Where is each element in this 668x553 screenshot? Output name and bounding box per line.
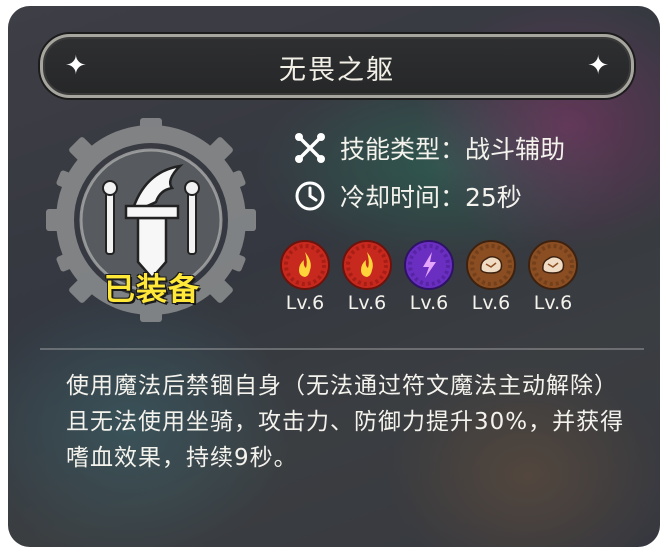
cooldown-text: 冷却时间：25秒 xyxy=(340,183,522,212)
skill-type-text: 技能类型：战斗辅助 xyxy=(340,135,566,164)
rune-slot[interactable]: Lv.6 xyxy=(522,240,584,314)
crossed-arrows-icon xyxy=(295,133,325,163)
sparkle-icon: ✦ xyxy=(587,51,609,81)
skill-description: 使用魔法后禁锢自身（无法通过符文魔法主动解除）且无法使用坐骑，攻击力、防御力提升… xyxy=(66,373,625,471)
cooldown-row: 冷却时间：25秒 xyxy=(294,178,522,214)
rune-list: Lv.6 Lv.6 Lv.6 Lv.6 Lv.6 xyxy=(274,240,584,314)
clock-icon xyxy=(295,181,325,211)
rune-level: Lv.6 xyxy=(347,292,387,314)
rune-slot[interactable]: Lv.6 xyxy=(274,240,336,314)
fire-rune-icon xyxy=(342,240,392,290)
rune-level: Lv.6 xyxy=(409,292,449,314)
section-divider xyxy=(40,348,644,350)
skill-title: 无畏之躯 xyxy=(279,55,395,86)
rune-slot[interactable]: Lv.6 xyxy=(460,240,522,314)
rune-level: Lv.6 xyxy=(471,292,511,314)
rock-rune-icon xyxy=(466,240,516,290)
equipped-badge: 已装备 xyxy=(104,272,200,308)
title-bar: ✦ 无畏之躯 ✦ xyxy=(40,34,634,98)
rune-slot[interactable]: Lv.6 xyxy=(398,240,460,314)
rune-level: Lv.6 xyxy=(285,292,325,314)
rune-slot[interactable]: Lv.6 xyxy=(336,240,398,314)
lightning-rune-icon xyxy=(404,240,454,290)
rune-level: Lv.6 xyxy=(533,292,573,314)
skill-tooltip-card: ✦ 无畏之躯 ✦ 已装备 技能类型：战斗辅助 冷却时间：25秒 Lv.6 Lv.… xyxy=(8,6,660,547)
rock-rune-icon xyxy=(528,240,578,290)
skill-type-row: 技能类型：战斗辅助 xyxy=(294,130,565,166)
fire-rune-icon xyxy=(280,240,330,290)
